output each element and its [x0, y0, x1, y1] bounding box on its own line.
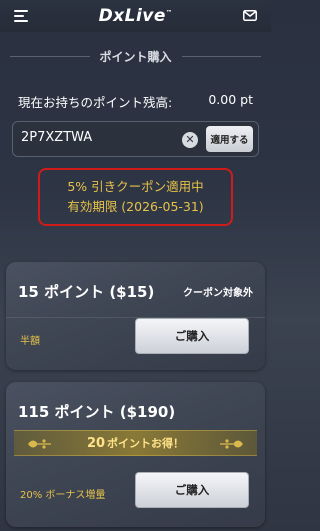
package-name: 15 ポイント ($15) — [18, 283, 155, 301]
app-logo[interactable]: DxLive™ — [99, 6, 173, 26]
balance-value: 0.00 pt — [208, 92, 253, 107]
buy-button[interactable]: ご購入 — [135, 318, 249, 354]
logo-text: DxLive — [98, 6, 166, 26]
buy-button[interactable]: ご購入 — [135, 472, 249, 508]
package-card: 15 ポイント ($15) クーポン対象外 半額 ご購入 — [6, 262, 265, 370]
app-header: DxLive™ — [0, 0, 271, 32]
ornament-icon — [220, 439, 243, 449]
title-divider-right — [181, 55, 262, 57]
apply-coupon-button[interactable]: 適用する — [206, 126, 253, 152]
bonus-points-label: ポイントお得！ — [107, 437, 185, 450]
coupon-input[interactable]: 2P7XZTWA — [21, 130, 171, 145]
balance-label: 現在お持ちのポイント残高: — [18, 95, 173, 110]
title-divider-left — [10, 55, 90, 57]
menu-icon[interactable] — [14, 10, 28, 22]
bonus-ribbon: 20 ポイントお得！ — [14, 430, 257, 456]
package-sub-label: 半額 — [20, 336, 40, 347]
clear-icon[interactable]: ✕ — [182, 132, 198, 148]
section-title-row: ポイント購入 — [0, 45, 271, 67]
point-balance: 現在お持ちのポイント残高: 0.00 pt — [18, 92, 253, 111]
bonus-points-number: 20 — [86, 436, 106, 451]
coupon-applied-notice: 5% 引きクーポン適用中 有効期限 (2026-05-31) — [38, 168, 233, 226]
page-title: ポイント購入 — [99, 49, 172, 64]
coupon-field: 2P7XZTWA ✕ 適用する — [12, 121, 259, 157]
logo-tm: ™ — [165, 9, 173, 17]
coupon-discount-text: 5% 引きクーポン適用中 — [67, 179, 204, 194]
package-card: 115 ポイント ($190) 20 ポイントお得！ 20% ボーナス増量 ご購入 — [6, 382, 265, 527]
coupon-excluded-badge: クーポン対象外 — [183, 288, 253, 299]
mail-icon[interactable] — [243, 10, 257, 21]
package-name: 115 ポイント ($190) — [18, 403, 176, 421]
bonus-ribbon-text: 20 ポイントお得！ — [87, 435, 184, 451]
coupon-expiry-text: 有効期限 (2026-05-31) — [67, 199, 204, 214]
ornament-icon — [28, 439, 51, 449]
package-sub-label: 20% ボーナス増量 — [20, 490, 106, 501]
